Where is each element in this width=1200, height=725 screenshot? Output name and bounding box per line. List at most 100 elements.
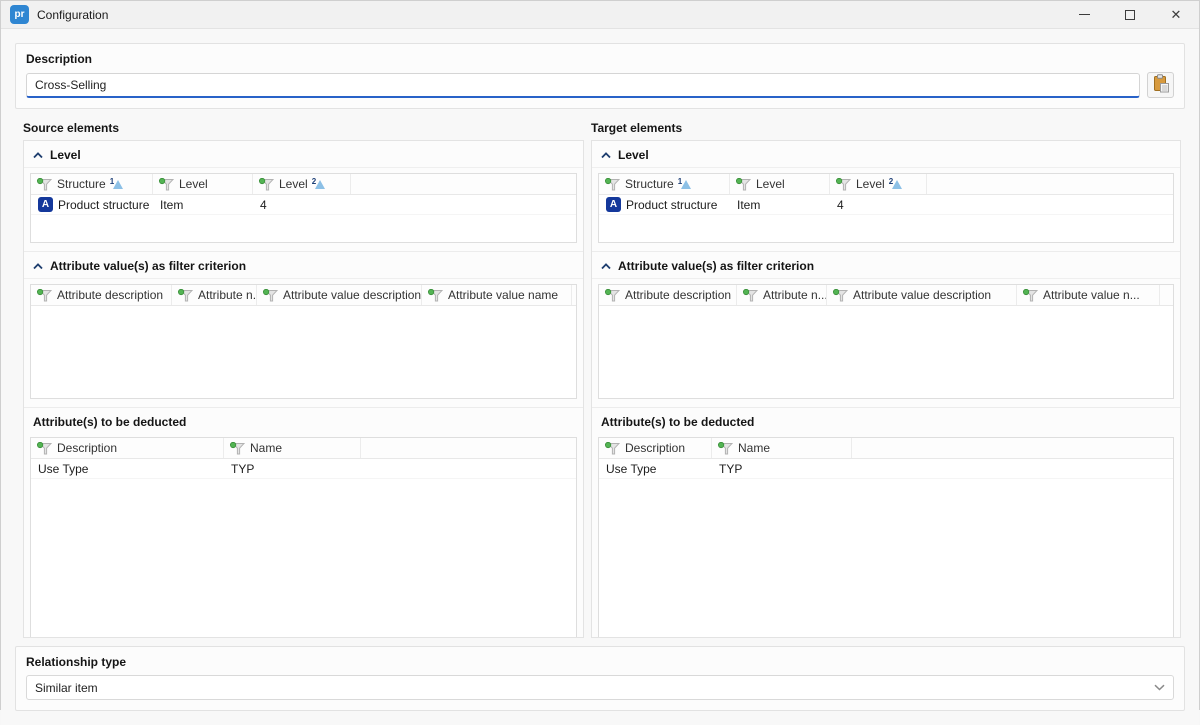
table-row[interactable]: Use Type TYP: [599, 459, 1173, 479]
target-deducted-header: Attribute(s) to be deducted: [592, 410, 1180, 432]
filter-icon[interactable]: [37, 442, 52, 455]
structure-type-icon: A: [38, 197, 53, 212]
source-deducted-section: Attribute(s) to be deducted Description …: [24, 407, 583, 638]
filter-icon[interactable]: [605, 178, 620, 191]
filter-icon[interactable]: [263, 289, 278, 302]
column-header-level2[interactable]: Level 2: [830, 174, 927, 194]
source-level-section: Level Structure 1: [24, 141, 583, 251]
target-level-section-header[interactable]: Level: [592, 143, 1180, 168]
target-column: Target elements Level Structure: [591, 121, 1181, 638]
target-elements-title: Target elements: [591, 121, 1181, 135]
minimize-button[interactable]: [1061, 1, 1107, 29]
collapse-chevron-up-icon[interactable]: [601, 152, 611, 159]
filter-icon[interactable]: [230, 442, 245, 455]
table-row[interactable]: AProduct structure Item 4: [599, 195, 1173, 215]
title-bar: pr Configuration ✕: [1, 1, 1199, 29]
relationship-type-select[interactable]: Similar item: [26, 675, 1174, 700]
column-header-attribute-description[interactable]: Attribute description: [599, 285, 737, 305]
table-row[interactable]: Use Type TYP: [31, 459, 576, 479]
sort-ascending-icon: 2: [890, 179, 902, 189]
filter-icon[interactable]: [605, 442, 620, 455]
filter-icon[interactable]: [159, 178, 174, 191]
column-header-name[interactable]: Name: [224, 438, 361, 458]
collapse-chevron-up-icon[interactable]: [33, 263, 43, 270]
section-label: Attribute(s) to be deducted: [33, 415, 186, 429]
filter-icon[interactable]: [37, 178, 52, 191]
filter-icon[interactable]: [718, 442, 733, 455]
column-header-structure[interactable]: Structure 1: [31, 174, 153, 194]
filter-icon[interactable]: [836, 178, 851, 191]
description-groupbox: Description: [15, 43, 1185, 109]
table-row[interactable]: AProduct structure Item 4: [31, 195, 576, 215]
collapse-chevron-up-icon[interactable]: [601, 263, 611, 270]
clipboard-paste-icon: [1152, 74, 1170, 96]
collapse-chevron-up-icon[interactable]: [33, 152, 43, 159]
column-header-attribute-value-name[interactable]: Attribute value name: [422, 285, 572, 305]
minimize-icon: [1079, 14, 1090, 15]
column-header-structure[interactable]: Structure 1: [599, 174, 730, 194]
filter-icon[interactable]: [605, 289, 620, 302]
description-input[interactable]: [26, 73, 1140, 98]
filter-icon[interactable]: [743, 289, 758, 302]
source-deducted-table: Description Name Use Type TYP: [30, 437, 577, 638]
source-level-table: Structure 1 Level Level: [30, 173, 577, 243]
window-title: Configuration: [37, 8, 108, 22]
relationship-type-groupbox: Relationship type Similar item: [15, 646, 1185, 711]
source-panel: Level Structure 1: [23, 140, 584, 638]
section-label: Level: [618, 148, 649, 162]
sort-ascending-icon: 2: [313, 179, 325, 189]
column-header-description[interactable]: Description: [599, 438, 712, 458]
target-level-table: Structure 1 Level Level: [598, 173, 1174, 243]
source-filter-table: Attribute description Attribute n... Att…: [30, 284, 577, 399]
sort-ascending-icon: 1: [111, 179, 123, 189]
close-button[interactable]: ✕: [1153, 1, 1199, 29]
column-header-attribute-value-description[interactable]: Attribute value description: [827, 285, 1017, 305]
target-filter-section: Attribute value(s) as filter criterion A…: [592, 251, 1180, 407]
column-header-attribute-value-name[interactable]: Attribute value n...: [1017, 285, 1160, 305]
column-header-level[interactable]: Level: [153, 174, 253, 194]
filter-icon[interactable]: [736, 178, 751, 191]
filter-icon[interactable]: [833, 289, 848, 302]
column-header-attribute-description[interactable]: Attribute description: [31, 285, 172, 305]
section-label: Level: [50, 148, 81, 162]
target-panel: Level Structure 1: [591, 140, 1181, 638]
maximize-icon: [1125, 10, 1135, 20]
filter-icon[interactable]: [37, 289, 52, 302]
column-header-attribute-name[interactable]: Attribute n...: [172, 285, 257, 305]
target-filter-section-header[interactable]: Attribute value(s) as filter criterion: [592, 254, 1180, 279]
source-filter-section: Attribute value(s) as filter criterion A…: [24, 251, 583, 407]
paste-button[interactable]: [1147, 72, 1174, 98]
target-level-section: Level Structure 1: [592, 141, 1180, 251]
configuration-window: pr Configuration ✕ Description: [0, 0, 1200, 710]
source-column: Source elements Level Structure: [23, 121, 584, 638]
maximize-button[interactable]: [1107, 1, 1153, 29]
section-label: Attribute value(s) as filter criterion: [618, 259, 814, 273]
relationship-type-label: Relationship type: [16, 647, 1184, 675]
target-filter-table: Attribute description Attribute n... Att…: [598, 284, 1174, 399]
app-logo-icon: pr: [10, 5, 29, 24]
source-level-section-header[interactable]: Level: [24, 143, 583, 168]
column-header-description[interactable]: Description: [31, 438, 224, 458]
chevron-down-icon: [1154, 684, 1165, 691]
column-header-attribute-value-description[interactable]: Attribute value description: [257, 285, 422, 305]
column-header-level[interactable]: Level: [730, 174, 830, 194]
source-filter-section-header[interactable]: Attribute value(s) as filter criterion: [24, 254, 583, 279]
source-elements-title: Source elements: [23, 121, 584, 135]
description-label: Description: [16, 44, 1184, 72]
relationship-type-value: Similar item: [35, 681, 98, 695]
column-header-level2[interactable]: Level 2: [253, 174, 351, 194]
filter-icon[interactable]: [428, 289, 443, 302]
structure-type-icon: A: [606, 197, 621, 212]
section-label: Attribute(s) to be deducted: [601, 415, 754, 429]
filter-icon[interactable]: [178, 289, 193, 302]
target-deducted-table: Description Name Use Type TYP: [598, 437, 1174, 638]
column-header-attribute-name[interactable]: Attribute n...: [737, 285, 827, 305]
sort-ascending-icon: 1: [679, 179, 691, 189]
target-deducted-section: Attribute(s) to be deducted Description …: [592, 407, 1180, 638]
close-icon: ✕: [1171, 8, 1182, 21]
source-deducted-header: Attribute(s) to be deducted: [24, 410, 583, 432]
filter-icon[interactable]: [259, 178, 274, 191]
column-header-name[interactable]: Name: [712, 438, 852, 458]
window-controls: ✕: [1061, 1, 1199, 29]
filter-icon[interactable]: [1023, 289, 1038, 302]
